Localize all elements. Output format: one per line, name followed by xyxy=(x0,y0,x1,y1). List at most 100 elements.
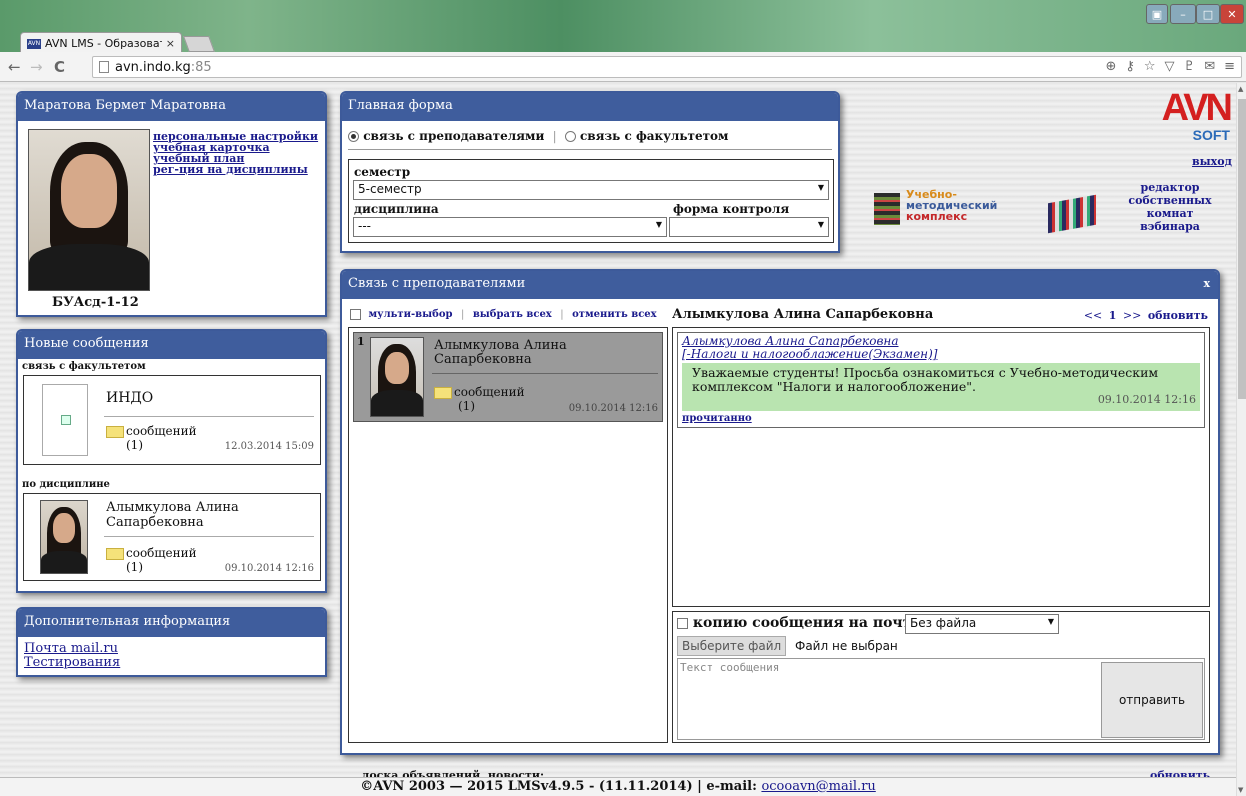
faculty-message-date: 12.03.2014 15:09 xyxy=(224,441,314,452)
toolbar-separator: | xyxy=(460,309,465,320)
zoom-icon[interactable]: ⊕ xyxy=(1105,59,1116,74)
bookmark-star-icon[interactable]: ☆ xyxy=(1144,59,1156,74)
key-icon[interactable]: ⚷ xyxy=(1125,59,1135,74)
teacher-list-item[interactable]: 1 Алымкулова Алина Сапарбековна сообщени… xyxy=(353,332,663,422)
webinar-editor-line-4: вэбинара xyxy=(1140,220,1200,233)
new-tab-button[interactable] xyxy=(183,36,215,52)
pager-prev[interactable]: << xyxy=(1084,309,1102,322)
radio-teachers[interactable] xyxy=(348,131,359,142)
close-window-icon[interactable]: ✕ xyxy=(1220,4,1244,24)
url-host: avn.indo.kg xyxy=(115,59,191,75)
logout-link[interactable]: выход xyxy=(1192,155,1232,168)
scroll-up-icon[interactable]: ▲ xyxy=(1238,85,1243,93)
radio-faculty[interactable] xyxy=(564,131,576,142)
favicon-icon: AVN xyxy=(27,38,41,49)
close-panel-icon[interactable]: x xyxy=(1203,277,1210,290)
refresh-link[interactable]: обновить xyxy=(1148,309,1208,322)
discipline-message-count: (1) xyxy=(126,560,143,574)
message-read-status[interactable]: прочитанно xyxy=(682,413,752,424)
radio-faculty-label[interactable]: связь с факультетом xyxy=(580,129,728,143)
semester-value: 5-семестр xyxy=(358,182,422,196)
profile-panel: Маратова Бермет Маратовна персональные н… xyxy=(16,91,327,317)
restore-window-icon[interactable]: ▣ xyxy=(1146,4,1168,24)
umk-text-3: комплекс xyxy=(906,210,968,223)
teacher-message-date: 09.10.2014 12:16 xyxy=(568,403,658,414)
mail-extension-icon[interactable]: ✉ xyxy=(1204,59,1215,74)
mail-ru-link[interactable]: Почта mail.ru xyxy=(24,641,118,656)
scrollbar-thumb[interactable] xyxy=(1238,99,1246,399)
copy-to-mail-checkbox[interactable] xyxy=(677,617,688,629)
faculty-messages-label: сообщений xyxy=(126,424,197,438)
dropdown-arrow-icon: ▼ xyxy=(1047,617,1054,626)
address-bar[interactable]: avn.indo.kg:85 ⊕ ⚷ ☆ ▽ ♇ ✉ ≡ xyxy=(92,56,1242,78)
webinar-editor-link[interactable]: редактор собственных комнат вэбинара xyxy=(1110,181,1230,233)
discipline-select[interactable]: --- ▼ xyxy=(353,217,667,237)
back-icon[interactable]: ← xyxy=(8,58,21,76)
send-button[interactable]: отправить xyxy=(1101,662,1203,738)
envelope-icon xyxy=(106,425,124,438)
pager-next[interactable]: >> xyxy=(1123,309,1141,322)
radio-teachers-label[interactable]: связь с преподавателями xyxy=(363,129,544,143)
page-icon xyxy=(99,61,109,73)
extra-info-panel: Дополнительная информация Почта mail.ru … xyxy=(16,607,327,677)
conversation-area: Алымкулова Алина Сапарбековна [-Налоги и… xyxy=(672,327,1210,607)
forward-icon[interactable]: → xyxy=(30,58,43,76)
testing-link[interactable]: Тестирования xyxy=(24,655,120,670)
select-all-link[interactable]: выбрать всех xyxy=(473,309,552,320)
footer-email-link[interactable]: ocooavn@mail.ru xyxy=(761,779,875,794)
main-form-panel: Главная форма связь с преподавателями | … xyxy=(340,91,840,253)
student-photo xyxy=(28,129,150,291)
no-file-chosen-label: Файл не выбран xyxy=(795,639,898,653)
dropdown-arrow-icon: ▼ xyxy=(817,220,824,229)
discipline-message-card[interactable]: Алымкулова Алина Сапарбековна сообщений … xyxy=(23,493,321,581)
multi-select-label[interactable]: мульти-выбор xyxy=(368,309,452,320)
extension-icon[interactable]: ♇ xyxy=(1184,59,1196,74)
umk-banner[interactable]: Учебно- методический комплекс xyxy=(874,183,1024,229)
message-bubble: Уважаемые студенты! Просьба ознакомиться… xyxy=(682,363,1200,411)
discipline-teacher-name-1: Алымкулова Алина xyxy=(106,500,239,515)
multi-select-checkbox[interactable] xyxy=(350,309,361,320)
toolbar-separator: | xyxy=(560,309,564,320)
webinar-books-icon[interactable] xyxy=(1048,194,1096,234)
envelope-icon xyxy=(106,547,124,560)
teachers-panel: Связь с преподавателями x мульти-выбор |… xyxy=(340,269,1220,755)
pager-page[interactable]: 1 xyxy=(1109,309,1117,322)
teacher-messages-label: сообщений xyxy=(454,385,525,399)
teacher-message-count: (1) xyxy=(458,399,475,413)
pocket-icon[interactable]: ▽ xyxy=(1165,59,1175,74)
tab-close-icon[interactable]: × xyxy=(166,37,175,50)
control-form-select[interactable]: ▼ xyxy=(669,217,829,237)
deselect-all-link[interactable]: отменить всех xyxy=(572,309,656,320)
teacher-list: 1 Алымкулова Алина Сапарбековна сообщени… xyxy=(348,327,668,743)
message-subject-link[interactable]: [-Налоги и налогооблажение(Экзамен)] xyxy=(682,347,937,361)
browser-titlebar: AVN AVN LMS - Образователь × ▣ – □ ✕ xyxy=(0,0,1246,54)
control-form-label: форма контроля xyxy=(673,202,790,216)
broken-image-icon xyxy=(42,384,88,456)
discipline-label: дисциплина xyxy=(354,202,439,216)
browser-tab[interactable]: AVN AVN LMS - Образователь × xyxy=(20,32,182,54)
menu-icon[interactable]: ≡ xyxy=(1224,59,1235,74)
message-date: 09.10.2014 12:16 xyxy=(1097,393,1196,406)
teacher-name-2: Сапарбековна xyxy=(434,352,532,367)
avn-logo: AVN SOFT xyxy=(1150,87,1234,145)
choose-file-button[interactable]: Выберите файл xyxy=(677,636,787,656)
compose-area: копию сообщения на почту Без файла ▼ Выбе… xyxy=(672,611,1210,743)
discipline-registration-link[interactable]: рег-ция на дисциплины xyxy=(153,163,308,176)
contact-type-radios: связь с преподавателями | связь с факуль… xyxy=(348,129,728,143)
dropdown-arrow-icon: ▼ xyxy=(655,220,662,229)
scroll-down-icon[interactable]: ▼ xyxy=(1238,786,1243,794)
student-group: БУАсд-1-12 xyxy=(52,295,139,310)
file-type-select[interactable]: Без файла ▼ xyxy=(905,614,1059,634)
copy-to-mail-label[interactable]: копию сообщения на почту xyxy=(693,615,920,631)
page-scrollbar[interactable]: ▲ ▼ xyxy=(1236,83,1246,796)
faculty-message-card[interactable]: ИНДО сообщений (1) 12.03.2014 15:09 xyxy=(23,375,321,465)
message-text: Уважаемые студенты! Просьба ознакомиться… xyxy=(692,365,1159,394)
teacher-photo xyxy=(40,500,88,574)
reload-icon[interactable]: C xyxy=(54,58,65,76)
minimize-window-icon[interactable]: – xyxy=(1170,4,1196,24)
semester-select[interactable]: 5-семестр ▼ xyxy=(353,180,829,200)
dropdown-arrow-icon: ▼ xyxy=(817,183,824,192)
message-author-link[interactable]: Алымкулова Алина Сапарбековна xyxy=(682,334,899,348)
page-body: Маратова Бермет Маратовна персональные н… xyxy=(0,83,1236,796)
maximize-window-icon[interactable]: □ xyxy=(1196,4,1220,24)
